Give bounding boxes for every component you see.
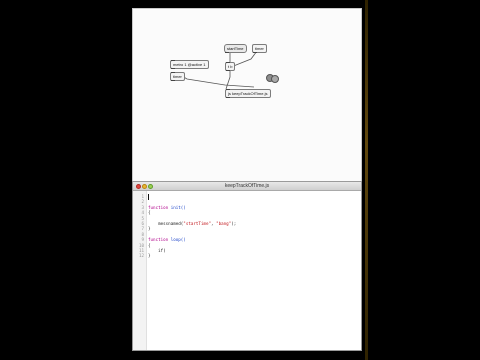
inlet[interactable] [171, 72, 175, 73]
object-box-timer-2[interactable]: timer [170, 72, 185, 81]
video-edge-strip [365, 0, 368, 360]
object-label: t b [228, 64, 233, 69]
string-literal: "bang" [216, 221, 232, 226]
line-source [148, 193, 149, 200]
object-box-js[interactable]: js keepTrackOfTime.js [225, 89, 271, 98]
line-source: function loop() [148, 236, 186, 243]
outlet[interactable] [225, 52, 229, 53]
line-source: } [148, 226, 151, 232]
patch-cords [176, 50, 258, 90]
outlet[interactable] [171, 68, 175, 69]
outlet[interactable] [226, 97, 230, 98]
object-label: metro 1 @active 1 [173, 62, 206, 67]
object-box-metro[interactable]: metro 1 @active 1 [170, 60, 209, 69]
function-name: loop() [170, 237, 186, 243]
outlet[interactable] [226, 70, 230, 71]
inlet[interactable] [226, 89, 230, 90]
keyword: function [148, 237, 171, 243]
message-label: startTime [227, 46, 244, 51]
code-text: ); [231, 221, 237, 226]
text-cursor [148, 194, 149, 200]
code-area[interactable]: 1 2 3 function init() 4{5 6 messnamed("startT… [133, 191, 361, 350]
editor-titlebar[interactable]: keepTrackOfTime.js [133, 182, 361, 191]
line-source: } [148, 253, 151, 259]
bang-button-2[interactable] [271, 75, 279, 83]
patcher-canvas[interactable]: startTime timer t b metro 1 @active 1 ti… [132, 8, 362, 186]
inlet[interactable] [171, 60, 175, 61]
object-label: timer [255, 46, 264, 51]
object-box-trigger[interactable]: t b [225, 62, 236, 71]
object-label: timer [173, 74, 182, 79]
function-name: init() [170, 204, 186, 210]
outlet[interactable] [253, 52, 257, 53]
keyword: function [148, 204, 171, 210]
code-text: messnamed( [148, 221, 184, 226]
line-source: messnamed("startTime", "bang"); [148, 220, 236, 227]
inlet[interactable] [226, 62, 230, 63]
line-source: { [148, 210, 151, 216]
message-box-starttime[interactable]: startTime [224, 44, 247, 53]
line-number: 12 [138, 253, 144, 259]
object-box-timer[interactable]: timer [252, 44, 267, 53]
object-label: js keepTrackOfTime.js [228, 91, 268, 96]
patch-cord[interactable] [176, 72, 255, 88]
editor-title: keepTrackOfTime.js [224, 183, 270, 189]
line-source: function init() [148, 204, 186, 211]
string-literal: "startTime" [183, 221, 212, 226]
outlet[interactable] [171, 80, 175, 81]
editor-window: keepTrackOfTime.js 1 2 3 function init() 4{5… [132, 181, 362, 351]
screen: startTime timer t b metro 1 @active 1 ti… [0, 0, 480, 360]
